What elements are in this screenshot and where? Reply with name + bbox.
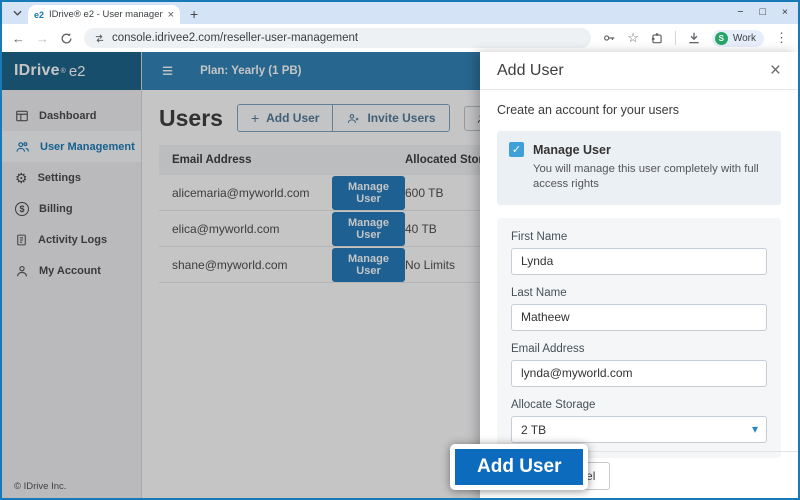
email-address-field[interactable]: [511, 360, 767, 387]
tab-close-icon[interactable]: ×: [168, 9, 174, 21]
refresh-icon[interactable]: [60, 32, 73, 45]
back-icon[interactable]: ←: [12, 31, 25, 46]
window-close-icon[interactable]: ×: [782, 6, 788, 18]
first-name-field[interactable]: [511, 248, 767, 275]
allocate-storage-select[interactable]: 2 TB: [511, 416, 767, 443]
add-user-highlighted-button[interactable]: Add User: [450, 444, 588, 490]
browser-menu-kebab-icon[interactable]: ⋮: [775, 30, 788, 46]
allocate-storage-label: Allocate Storage: [511, 399, 767, 411]
toolbar-divider: [675, 31, 676, 45]
manage-user-checkbox[interactable]: ✓: [509, 142, 524, 157]
last-name-label: Last Name: [511, 287, 767, 299]
forward-icon[interactable]: →: [36, 31, 49, 46]
extensions-puzzle-icon[interactable]: [650, 31, 664, 45]
modal-dim-overlay: [2, 52, 480, 498]
panel-title: Add User: [497, 62, 564, 80]
bookmark-star-icon[interactable]: ☆: [627, 30, 639, 46]
url-text: console.idrivee2.com/reseller-user-manag…: [112, 32, 358, 44]
add-user-form: First Name Last Name Email Address Alloc…: [497, 218, 781, 458]
favicon-e2: e2: [34, 10, 44, 20]
new-tab-icon[interactable]: +: [190, 6, 198, 22]
tab-search-chevron-icon[interactable]: [9, 6, 25, 20]
app-area: IDrive®e2 Dashboard User Management ⚙ Se…: [2, 52, 798, 498]
browser-toolbar: ← → console.idrivee2.com/reseller-user-m…: [2, 24, 798, 52]
add-user-panel: Add User × Create an account for your us…: [480, 52, 798, 498]
browser-profile-chip[interactable]: S Work: [712, 30, 764, 47]
manage-user-option-box: ✓ Manage User You will manage this user …: [497, 131, 781, 205]
browser-tab[interactable]: e2 IDrive® e2 - User management ×: [28, 5, 180, 24]
avatar: S: [715, 32, 728, 45]
window-minimize-icon[interactable]: −: [737, 6, 743, 18]
url-bar[interactable]: console.idrivee2.com/reseller-user-manag…: [84, 28, 591, 48]
window-maximize-icon[interactable]: □: [760, 6, 766, 18]
last-name-field[interactable]: [511, 304, 767, 331]
panel-subtitle: Create an account for your users: [497, 103, 781, 117]
screenshot-frame: e2 IDrive® e2 - User management × + − □ …: [0, 0, 800, 500]
browser-tabstrip: e2 IDrive® e2 - User management × + − □ …: [2, 2, 798, 24]
site-settings-icon[interactable]: [94, 33, 105, 44]
email-address-label: Email Address: [511, 343, 767, 355]
passwords-key-icon[interactable]: [602, 31, 616, 45]
downloads-icon[interactable]: [687, 31, 701, 45]
tab-title: IDrive® e2 - User management: [49, 9, 163, 20]
first-name-label: First Name: [511, 231, 767, 243]
panel-close-icon[interactable]: ×: [770, 61, 781, 80]
profile-name: Work: [733, 33, 756, 44]
manage-user-description: You will manage this user completely wit…: [533, 162, 769, 193]
manage-user-label: Manage User: [533, 143, 611, 157]
